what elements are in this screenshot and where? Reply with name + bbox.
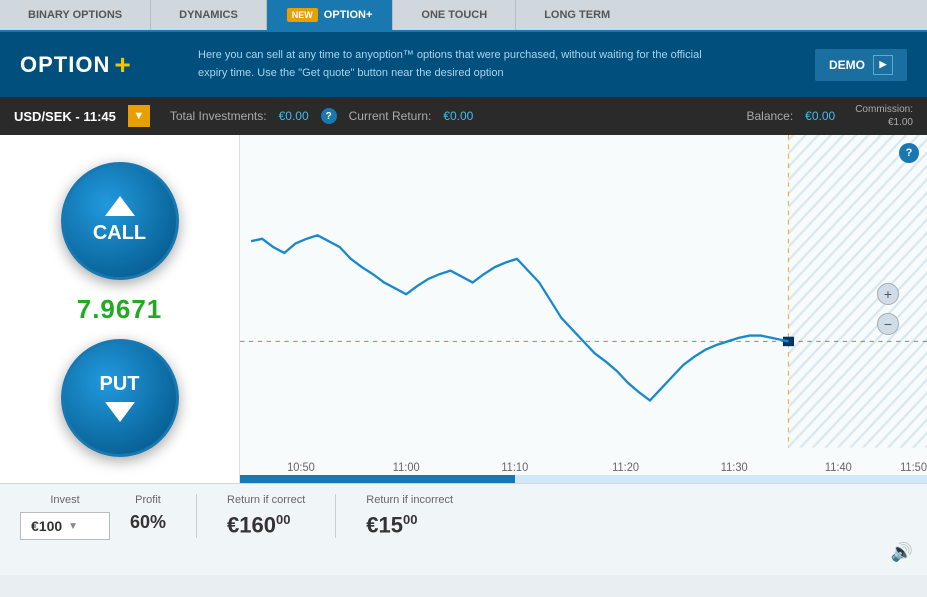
nav-item-dynamics[interactable]: DYNAMICS xyxy=(151,0,267,30)
svg-text:11:40: 11:40 xyxy=(825,462,852,474)
logo-text: OPTION xyxy=(20,52,110,78)
new-badge: NEW xyxy=(287,8,318,22)
bottom-panel: Invest €100 ▼ Profit 60% Return if corre… xyxy=(0,483,927,575)
chart-area: ? + − xyxy=(240,135,927,483)
nav-item-binary-options[interactable]: BINARY OPTIONS xyxy=(0,0,151,30)
put-label: PUT xyxy=(100,373,140,396)
dropdown-button[interactable]: ▼ xyxy=(128,105,150,127)
header-description: Here you can sell at any time to anyopti… xyxy=(198,47,797,82)
instrument-bar: USD/SEK - 11:45 ▼ Total Investments: €0.… xyxy=(0,97,927,135)
current-return-label: Current Return: xyxy=(349,109,432,123)
profit-section: Profit 60% xyxy=(130,494,166,533)
nav-item-one-touch[interactable]: ONE TOUCH xyxy=(393,0,516,30)
top-nav: BINARY OPTIONS DYNAMICS NEW OPTION+ ONE … xyxy=(0,0,927,32)
logo: OPTION + xyxy=(20,49,180,81)
play-icon: ▶ xyxy=(873,55,893,75)
profit-label: Profit xyxy=(130,494,166,506)
zoom-in-button[interactable]: + xyxy=(877,283,899,305)
balance-value: €0.00 xyxy=(805,109,835,123)
demo-button[interactable]: DEMO ▶ xyxy=(815,49,907,81)
price-display: 7.9671 xyxy=(77,294,163,325)
header: OPTION + Here you can sell at any time t… xyxy=(0,32,927,97)
commission: Commission: €1.00 xyxy=(855,103,913,129)
svg-text:11:20: 11:20 xyxy=(612,462,639,474)
svg-text:11:00: 11:00 xyxy=(393,462,420,474)
total-investments-value: €0.00 xyxy=(279,109,309,123)
chart-help-icon[interactable]: ? xyxy=(899,143,919,163)
return-incorrect-label: Return if incorrect xyxy=(366,494,453,506)
zoom-controls: + − xyxy=(877,283,899,335)
call-label: CALL xyxy=(93,222,146,245)
put-button[interactable]: PUT xyxy=(61,339,179,457)
main-content: CALL 7.9671 PUT ? + − xyxy=(0,135,927,483)
return-correct-value: €16000 xyxy=(227,512,305,538)
instrument-name: USD/SEK - 11:45 xyxy=(14,109,116,124)
put-arrow-down xyxy=(105,402,135,422)
svg-text:10:50: 10:50 xyxy=(287,462,315,474)
call-button[interactable]: CALL xyxy=(61,162,179,280)
return-correct-section: Return if correct €16000 xyxy=(196,494,305,538)
invest-input[interactable]: €100 ▼ xyxy=(20,512,110,540)
speaker-icon[interactable]: 🔊 xyxy=(891,542,913,563)
svg-text:11:10: 11:10 xyxy=(501,462,528,474)
return-incorrect-value: €1500 xyxy=(366,512,453,538)
chart-scrollbar-thumb[interactable] xyxy=(240,475,515,483)
zoom-out-button[interactable]: − xyxy=(877,313,899,335)
invest-dropdown-icon: ▼ xyxy=(68,521,78,532)
call-arrow-up xyxy=(105,196,135,216)
balance-label: Balance: xyxy=(746,109,793,123)
svg-text:11:50: 11:50 xyxy=(900,462,927,474)
price-chart: 10:50 11:00 11:10 11:20 11:30 11:40 11:5… xyxy=(240,135,927,483)
profit-value: 60% xyxy=(130,512,166,533)
nav-item-long-term[interactable]: LONG TERM xyxy=(516,0,638,30)
question-icon[interactable]: ? xyxy=(321,108,337,124)
return-correct-label: Return if correct xyxy=(227,494,305,506)
chart-scrollbar[interactable] xyxy=(240,475,927,483)
logo-plus-icon: + xyxy=(114,49,130,81)
total-investments-label: Total Investments: xyxy=(170,109,267,123)
return-incorrect-section: Return if incorrect €1500 xyxy=(335,494,453,538)
nav-item-option-plus[interactable]: NEW OPTION+ xyxy=(267,0,394,30)
invest-section: Invest €100 ▼ xyxy=(20,494,110,540)
invest-label: Invest xyxy=(20,494,110,506)
trading-panel: CALL 7.9671 PUT xyxy=(0,135,240,483)
svg-text:11:30: 11:30 xyxy=(721,462,748,474)
current-return-value: €0.00 xyxy=(443,109,473,123)
